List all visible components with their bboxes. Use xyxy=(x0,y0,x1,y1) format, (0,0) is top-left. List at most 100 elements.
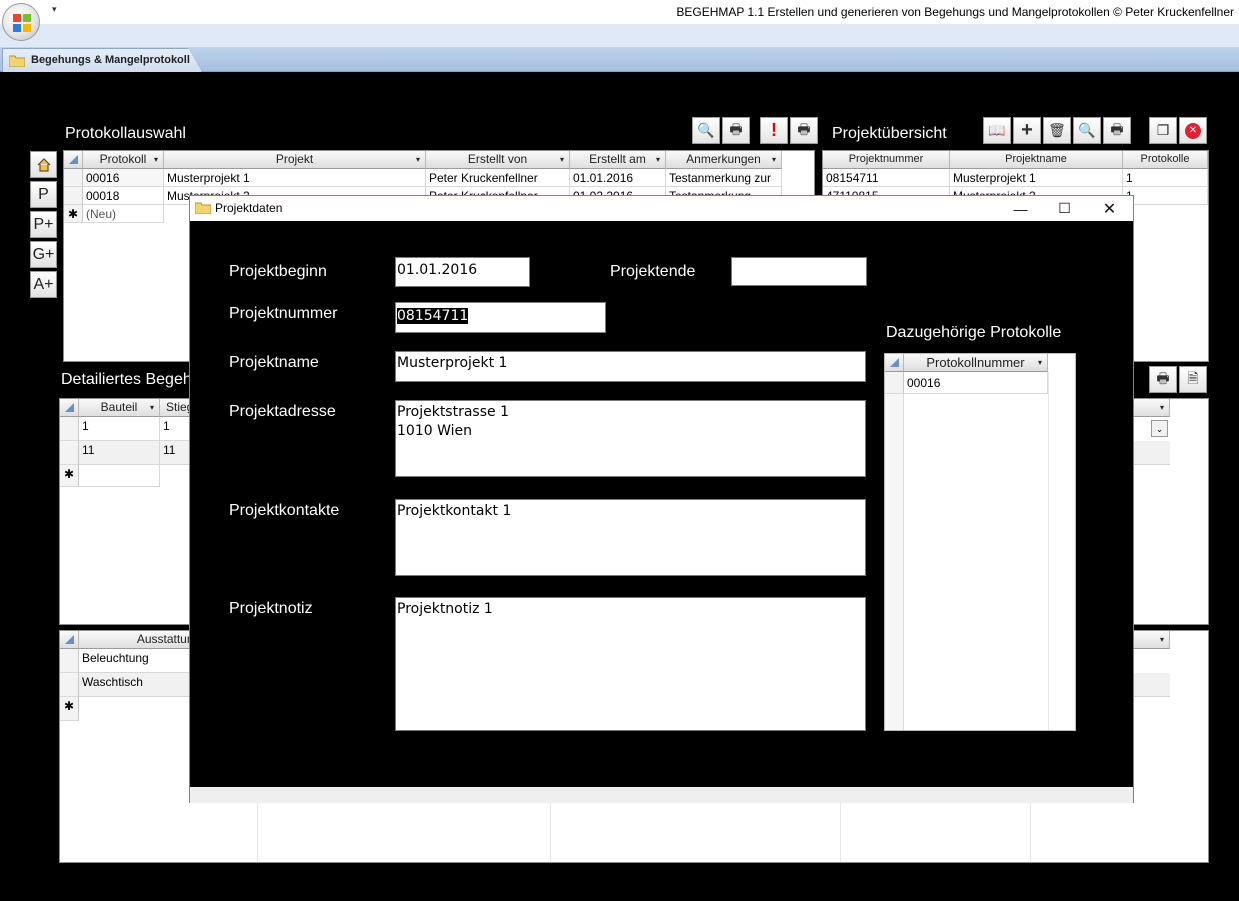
label-projektkontakte: Projektkontakte xyxy=(229,502,340,519)
print-button[interactable]: 🖶 xyxy=(722,117,750,144)
document-tab[interactable]: Begehungs & Mangelprotokoll xyxy=(2,48,202,72)
projektende-field[interactable] xyxy=(731,257,867,286)
office-logo-icon xyxy=(13,14,31,32)
label-projektadresse: Projektadresse xyxy=(229,403,336,420)
label-projektnotiz: Projektnotiz xyxy=(229,600,313,617)
dropdown-icon[interactable]: ▾ xyxy=(772,151,776,168)
print-all-button[interactable]: 🖶 xyxy=(790,117,818,144)
table-cell[interactable]: Testanmerkung zur xyxy=(666,169,782,187)
select-all-icon[interactable] xyxy=(60,399,79,417)
new-row-marker[interactable]: ✱ xyxy=(64,205,83,223)
dropdown-icon[interactable]: ▾ xyxy=(1160,399,1164,416)
table-cell[interactable]: 1 xyxy=(1123,187,1208,205)
table-cell[interactable] xyxy=(1130,673,1170,697)
nav-p-plus-button[interactable]: P+ xyxy=(30,211,57,238)
projektname-field[interactable]: Musterprojekt 1 xyxy=(395,351,866,382)
col-header-erstellt-am[interactable]: Erstellt am ▾ xyxy=(570,151,666,169)
table-cell[interactable]: Peter Kruckenfellner xyxy=(426,169,570,187)
select-all-icon[interactable] xyxy=(64,151,83,169)
new-row-marker[interactable]: ✱ xyxy=(60,465,79,487)
projektnotiz-field[interactable]: Projektnotiz 1 xyxy=(395,597,866,731)
nav-p-button[interactable]: P xyxy=(30,181,57,208)
close-button[interactable]: ✕ xyxy=(1087,196,1132,221)
new-row-marker[interactable]: ✱ xyxy=(60,697,79,721)
table-cell[interactable]: Musterprojekt 1 xyxy=(164,169,426,187)
projektkontakte-field[interactable]: Projektkontakt 1 xyxy=(395,499,866,576)
row-selector[interactable] xyxy=(60,649,79,673)
nav-a-plus-button[interactable]: A+ xyxy=(30,271,57,298)
office-button[interactable] xyxy=(2,3,40,41)
col-header-erstellt-von[interactable]: Erstellt von ▾ xyxy=(426,151,570,169)
dialog-status-bar xyxy=(190,787,1133,803)
minimize-button[interactable]: — xyxy=(998,196,1043,221)
dropdown-icon[interactable]: ▾ xyxy=(416,151,420,168)
table-cell[interactable]: 1 xyxy=(1123,169,1208,187)
col-header-projekt[interactable]: Projekt ▾ xyxy=(164,151,426,169)
dropdown-icon[interactable]: ▾ xyxy=(656,151,660,168)
printer-icon: 🖶 xyxy=(1156,369,1170,386)
projektnummer-field[interactable]: 08154711 xyxy=(395,302,606,333)
col-header-anmerkungen[interactable]: Anmerkungen ▾ xyxy=(666,151,782,169)
table-cell[interactable]: 11 xyxy=(79,441,160,465)
project-print-button[interactable]: 🖶 xyxy=(1103,117,1131,144)
dropdown-icon[interactable]: ▾ xyxy=(560,151,564,168)
home-button[interactable] xyxy=(30,151,57,178)
document-tab-label: Begehungs & Mangelprotokoll xyxy=(31,54,190,66)
detail-print-button[interactable]: 🖶 xyxy=(1149,366,1177,393)
projektadresse-field[interactable]: Projektstrasse 1 1010 Wien xyxy=(395,400,866,477)
new-row-cell[interactable]: (Neu) xyxy=(83,205,164,223)
dropdown-icon[interactable]: ▾ xyxy=(1160,631,1164,648)
add-project-button[interactable]: + xyxy=(1013,117,1041,144)
row-selector[interactable] xyxy=(60,417,79,441)
col-header-protokolle[interactable]: Protokolle xyxy=(1123,151,1208,169)
table-cell[interactable]: 01.01.2016 xyxy=(570,169,666,187)
col-header-projektname[interactable]: Projektname xyxy=(950,151,1123,169)
col-header-bauteil[interactable]: Bauteil ▾ xyxy=(79,399,160,417)
table-cell[interactable]: 1 xyxy=(79,417,160,441)
detail-export-button[interactable]: 🗎 xyxy=(1179,366,1207,393)
app-title-bar: ▾ BEGEHMAP 1.1 Erstellen und generieren … xyxy=(0,0,1239,24)
col-header-right[interactable]: ▾ xyxy=(1130,399,1170,417)
window-title: BEGEHMAP 1.1 Erstellen und generieren vo… xyxy=(676,5,1234,19)
row-selector[interactable] xyxy=(885,372,904,394)
window-switch-button[interactable]: ❐ xyxy=(1149,117,1177,144)
row-selector[interactable] xyxy=(64,169,83,187)
projektbeginn-field[interactable]: 01.01.2016 xyxy=(395,257,530,287)
minimize-icon: — xyxy=(1013,200,1028,217)
project-preview-button[interactable]: 🔍 xyxy=(1073,117,1101,144)
dialog-title-bar[interactable]: Projektdaten — ☐ ✕ xyxy=(190,196,1133,221)
quick-access-dropdown-icon[interactable]: ▾ xyxy=(52,4,57,15)
col-header-protokollnummer[interactable]: Protokollnummer ▾ xyxy=(904,354,1048,372)
table-cell[interactable]: 00016 xyxy=(83,169,164,187)
combo-dropdown-icon[interactable]: ⌄ xyxy=(1151,420,1168,437)
dropdown-icon[interactable]: ▾ xyxy=(150,399,154,416)
dazugehoerige-protokolle-grid[interactable]: Protokollnummer ▾ 00016 xyxy=(884,353,1076,731)
maximize-button[interactable]: ☐ xyxy=(1042,196,1087,221)
table-cell[interactable]: 08154711 xyxy=(823,169,950,187)
close-form-button[interactable]: ✕ xyxy=(1179,117,1207,144)
open-book-button[interactable]: 📖 xyxy=(983,117,1011,144)
dropdown-icon[interactable]: ▾ xyxy=(154,151,158,168)
table-cell[interactable]: Musterprojekt 1 xyxy=(950,169,1123,187)
nav-g-plus-button[interactable]: G+ xyxy=(30,241,57,268)
new-row-cell[interactable] xyxy=(79,465,160,487)
table-cell[interactable]: 00018 xyxy=(83,187,164,205)
table-cell[interactable] xyxy=(1130,441,1170,465)
col-header-protokoll[interactable]: Protokoll ▾ xyxy=(83,151,164,169)
select-all-icon[interactable] xyxy=(60,631,79,649)
col-header-projektnummer[interactable]: Projektnummer xyxy=(823,151,950,169)
delete-project-button[interactable]: 🗑 xyxy=(1043,117,1071,144)
label-projektnummer: Projektnummer xyxy=(229,305,338,322)
table-cell[interactable]: 00016 xyxy=(904,372,1048,394)
row-selector[interactable] xyxy=(60,673,79,697)
row-selector[interactable] xyxy=(64,187,83,205)
select-all-icon[interactable] xyxy=(885,354,904,372)
selected-text: 08154711 xyxy=(397,308,469,324)
col-header-right[interactable]: ▾ xyxy=(1130,631,1170,649)
preview-button[interactable]: 🔍 xyxy=(692,117,720,144)
row-selector-strip xyxy=(885,394,904,730)
dropdown-icon[interactable]: ▾ xyxy=(1038,354,1042,371)
plus-icon: + xyxy=(1021,119,1033,141)
alert-button[interactable]: ! xyxy=(760,117,788,144)
row-selector[interactable] xyxy=(60,441,79,465)
